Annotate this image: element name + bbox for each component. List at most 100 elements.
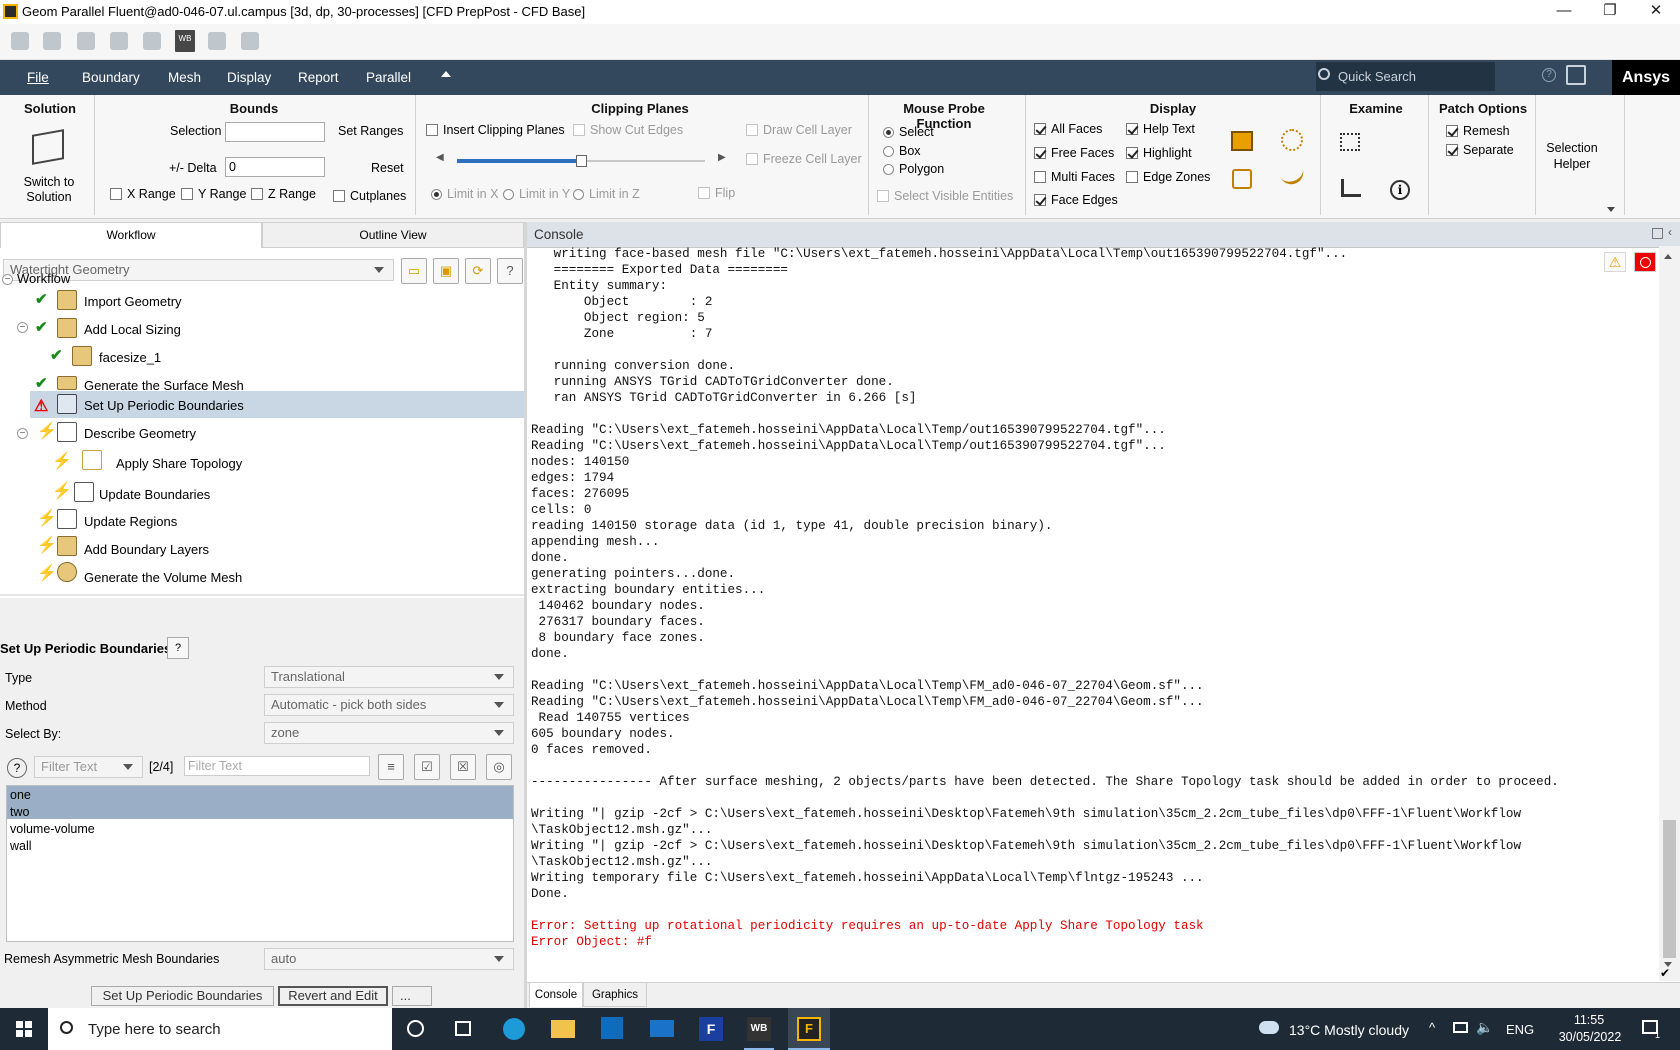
remesh-asym-select[interactable]: auto: [264, 948, 514, 970]
task-view-icon[interactable]: [455, 1021, 471, 1036]
scroll-up-icon[interactable]: [1664, 250, 1672, 259]
slider-left-arrow-icon[interactable]: ◀: [436, 152, 444, 163]
checkbox-box[interactable]: [573, 124, 585, 136]
filter-list-icon[interactable]: ≡: [378, 754, 404, 780]
task-add-boundary-layers[interactable]: Add Boundary Layers: [84, 542, 209, 557]
checkbox-box[interactable]: [877, 190, 889, 202]
deselect-all-icon[interactable]: ☒: [450, 754, 476, 780]
radio-dot[interactable]: [573, 189, 584, 200]
revert-and-edit-button[interactable]: Revert and Edit: [278, 986, 388, 1006]
save-icon[interactable]: ▣: [433, 258, 459, 284]
target-icon[interactable]: ◎: [486, 754, 512, 780]
face-edges-checkbox[interactable]: Face Edges: [1034, 193, 1118, 207]
list-item-two[interactable]: two: [10, 805, 29, 819]
volume-icon[interactable]: 🔈: [1476, 1019, 1493, 1036]
task-generate-volume-mesh[interactable]: Generate the Volume Mesh: [84, 570, 242, 585]
select-by-select[interactable]: zone: [264, 722, 514, 744]
mail-icon[interactable]: [650, 1020, 674, 1037]
help-icon[interactable]: ?: [1542, 68, 1556, 82]
probe-polygon-radio[interactable]: Polygon: [883, 162, 944, 176]
mde-icon[interactable]: [241, 32, 259, 50]
radio-dot[interactable]: [883, 127, 894, 138]
display-fit-icon[interactable]: [1281, 129, 1303, 151]
free-faces-checkbox[interactable]: Free Faces: [1034, 146, 1114, 160]
clipping-slider-thumb[interactable]: [576, 155, 587, 167]
help-icon[interactable]: ?: [497, 258, 523, 284]
help-text-checkbox[interactable]: Help Text: [1126, 122, 1195, 136]
checkbox-box[interactable]: [426, 124, 438, 136]
examine-axis-icon[interactable]: [1341, 179, 1361, 197]
separate-checkbox[interactable]: Separate: [1446, 143, 1514, 157]
tab-workflow[interactable]: Workflow: [0, 222, 262, 248]
show-hidden-icons[interactable]: ^: [1429, 1020, 1435, 1035]
radio-dot[interactable]: [883, 164, 894, 175]
flip-checkbox[interactable]: Flip: [698, 186, 735, 200]
task-add-local-sizing[interactable]: Add Local Sizing: [84, 322, 181, 337]
checkbox-box[interactable]: [1126, 171, 1138, 183]
reset-button[interactable]: Reset: [371, 161, 404, 175]
task-update-regions[interactable]: Update Regions: [84, 514, 177, 529]
write-case-icon[interactable]: [77, 32, 95, 50]
checkbox-box[interactable]: [181, 188, 193, 200]
taskbar-search-input[interactable]: Type here to search: [88, 1021, 221, 1038]
store-icon[interactable]: [601, 1017, 623, 1039]
filter-text-input[interactable]: Filter Text: [184, 756, 370, 776]
checkbox-box[interactable]: [1034, 147, 1046, 159]
collapse-local-sizing-icon[interactable]: −: [17, 322, 28, 333]
select-visible-checkbox[interactable]: Select Visible Entities: [877, 189, 1013, 203]
clock-time[interactable]: 11:55: [1564, 1013, 1614, 1027]
menu-mesh[interactable]: Mesh: [168, 70, 201, 85]
checkbox-box[interactable]: [1126, 147, 1138, 159]
checkbox-box[interactable]: [1034, 123, 1046, 135]
x-range-checkbox[interactable]: X Range: [110, 187, 176, 201]
selection-helper-button[interactable]: Selection Helper: [1540, 140, 1604, 172]
slider-right-arrow-icon[interactable]: ▶: [718, 152, 726, 163]
probe-box-radio[interactable]: Box: [883, 144, 921, 158]
radio-dot[interactable]: [431, 189, 442, 200]
task-import-geometry[interactable]: Import Geometry: [84, 294, 182, 309]
task-facesize-1[interactable]: facesize_1: [99, 350, 161, 365]
checkbox-box[interactable]: [746, 153, 758, 165]
switch-to-solution-button[interactable]: Switch to Solution: [18, 175, 80, 205]
set-ranges-button[interactable]: Set Ranges: [338, 124, 403, 138]
menu-report[interactable]: Report: [298, 70, 339, 85]
warning-icon[interactable]: ⚠: [1604, 252, 1626, 272]
limit-x-radio[interactable]: Limit in X: [431, 187, 498, 201]
parameters-icon[interactable]: [208, 32, 226, 50]
list-item-volume[interactable]: volume-volume: [10, 822, 95, 836]
probe-select-radio[interactable]: Select: [883, 125, 934, 139]
z-range-checkbox[interactable]: Z Range: [251, 187, 316, 201]
radio-dot[interactable]: [883, 146, 894, 157]
read-case-icon[interactable]: [43, 32, 61, 50]
checkbox-box[interactable]: [251, 188, 263, 200]
collapse-panel-icon[interactable]: ‹: [1668, 225, 1672, 239]
clock-date[interactable]: 30/05/2022: [1555, 1030, 1625, 1044]
language-indicator[interactable]: ENG: [1506, 1022, 1534, 1037]
task-apply-share-topology[interactable]: Apply Share Topology: [116, 456, 242, 471]
tab-graphics[interactable]: Graphics: [583, 982, 647, 1007]
radio-dot[interactable]: [503, 189, 514, 200]
edge-zones-checkbox[interactable]: Edge Zones: [1126, 170, 1210, 184]
checkbox-box[interactable]: [1446, 125, 1458, 137]
collapse-ribbon-icon[interactable]: [441, 71, 451, 77]
splitter[interactable]: [0, 594, 524, 596]
file-explorer-icon[interactable]: [551, 1020, 575, 1038]
collapse-describe-icon[interactable]: −: [17, 428, 28, 439]
display-settings-icon[interactable]: [1232, 169, 1252, 189]
fluent-launcher-icon[interactable]: F: [699, 1017, 723, 1041]
menu-boundary[interactable]: Boundary: [82, 70, 140, 85]
switch-solution-icon[interactable]: [32, 129, 64, 165]
delta-input[interactable]: 0: [225, 157, 325, 177]
checkbox-box[interactable]: [110, 188, 122, 200]
checkbox-box[interactable]: [1446, 144, 1458, 156]
freeze-cell-layer-checkbox[interactable]: Freeze Cell Layer: [746, 152, 862, 166]
highlight-checkbox[interactable]: Highlight: [1126, 146, 1192, 160]
multi-faces-checkbox[interactable]: Multi Faces: [1034, 170, 1115, 184]
windows-start-icon[interactable]: [16, 1021, 32, 1037]
draw-cell-layer-checkbox[interactable]: Draw Cell Layer: [746, 123, 852, 137]
task-update-boundaries[interactable]: Update Boundaries: [99, 487, 210, 502]
quick-search-input[interactable]: Quick Search: [1316, 62, 1495, 91]
task-help-icon[interactable]: ?: [167, 637, 189, 659]
examine-info-icon[interactable]: i: [1390, 180, 1410, 200]
limit-z-radio[interactable]: Limit in Z: [573, 187, 640, 201]
